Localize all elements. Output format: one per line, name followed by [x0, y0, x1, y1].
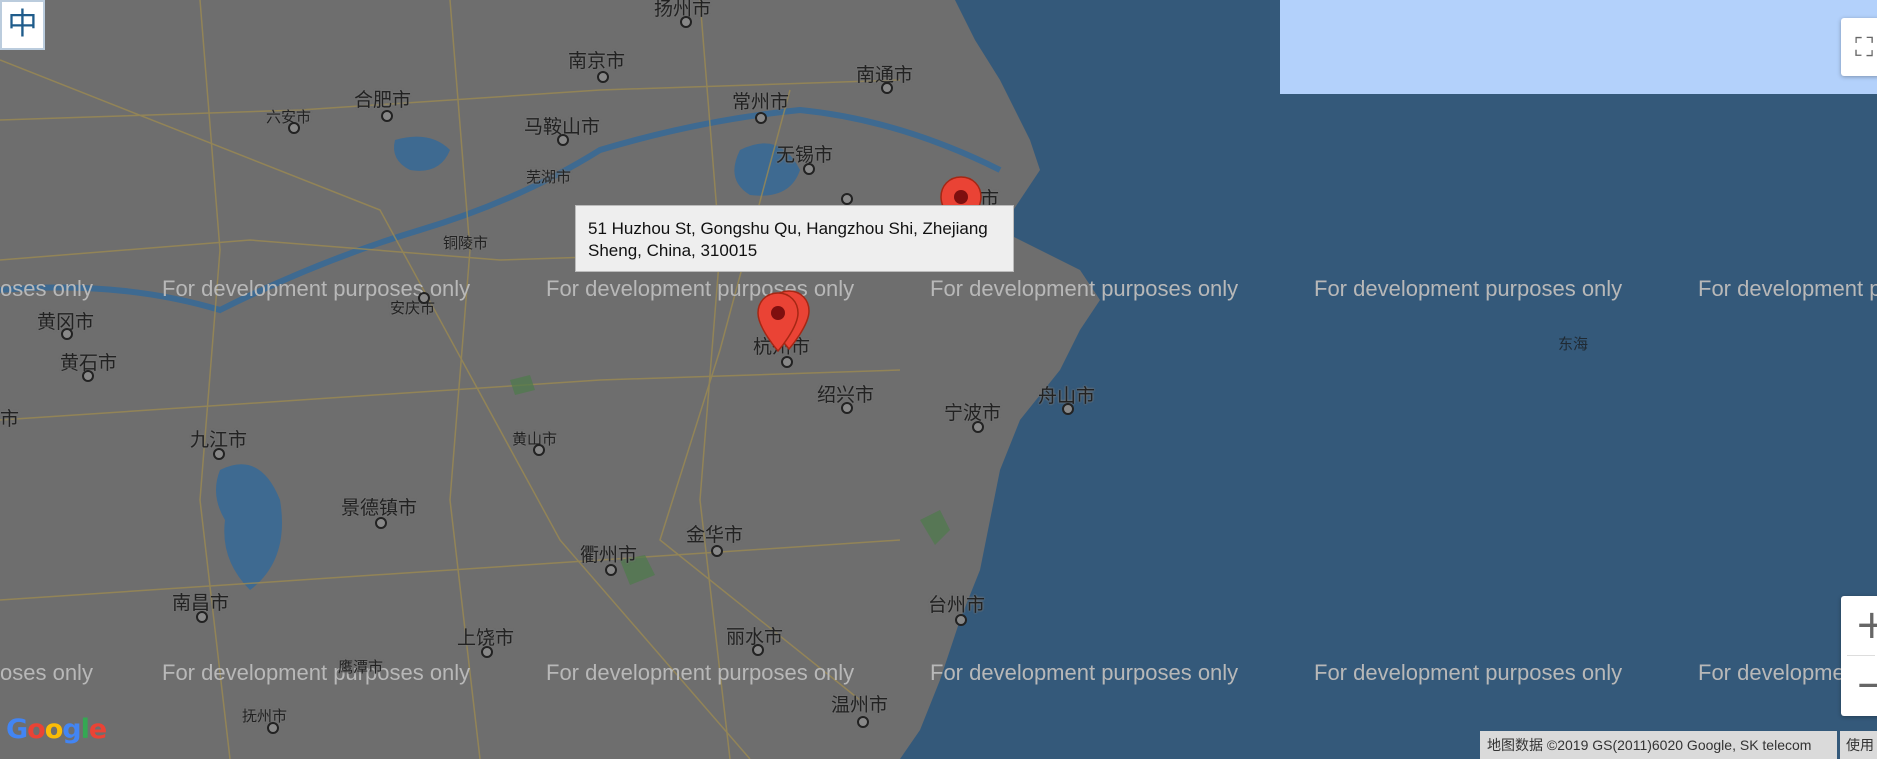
fullscreen-icon: ⛶	[1855, 32, 1874, 62]
city-label-taizhou: 台州市	[928, 594, 986, 616]
city-label-ningbo: 宁波市	[944, 402, 1002, 424]
terms-link[interactable]: 使用	[1840, 731, 1877, 759]
zoom-out-button[interactable]: −	[1841, 656, 1877, 715]
city-dot	[418, 292, 430, 304]
city-dot	[375, 517, 387, 529]
city-dot	[752, 644, 764, 656]
city-dot	[213, 448, 225, 460]
city-dot	[61, 328, 73, 340]
city-label-wenzhou: 温州市	[831, 694, 889, 716]
city-dot	[82, 370, 94, 382]
city-dot	[841, 193, 853, 205]
watermark: For developme	[1698, 660, 1845, 685]
city-dot	[972, 421, 984, 433]
city-label-tongling: 铜陵市	[443, 234, 489, 252]
city-dot	[755, 112, 767, 124]
city-dot	[481, 646, 493, 658]
map-attribution: 地图数据 ©2019 GS(2011)6020 Google, SK telec…	[1480, 731, 1837, 759]
city-dot	[1062, 403, 1074, 415]
city-dot	[781, 356, 793, 368]
city-dot	[533, 444, 545, 456]
address-info-window: 51 Huzhou St, Gongshu Qu, Hangzhou Shi, …	[575, 205, 1014, 272]
city-label-changzhou: 常州市	[732, 91, 790, 113]
zoom-control: + −	[1841, 596, 1877, 716]
city-dot	[597, 71, 609, 83]
watermark: For development p	[1698, 276, 1877, 301]
city-label-hefei: 合肥市	[354, 89, 412, 111]
city-label-wuxi: 无锡市	[776, 144, 834, 166]
city-label-nanjing: 南京市	[568, 50, 626, 72]
city-dot	[711, 545, 723, 557]
city-label-quzhou: 衢州市	[580, 544, 638, 566]
city-dot	[881, 82, 893, 94]
watermark: For development purposes only	[1314, 276, 1623, 301]
city-dot	[196, 611, 208, 623]
city-label-wuhu: 芜湖市	[526, 168, 572, 186]
city-dot	[557, 134, 569, 146]
watermark: For development purposes only	[162, 660, 471, 685]
city-dot	[267, 722, 279, 734]
language-toggle-button[interactable]: 中	[0, 0, 45, 50]
address-line-1: 51 Huzhou St, Gongshu Qu, Hangzhou Shi, …	[588, 219, 988, 238]
city-dot	[955, 614, 967, 626]
address-line-2: Sheng, China, 310015	[588, 241, 758, 260]
map-marker-icon[interactable]	[756, 291, 800, 353]
city-dot	[605, 564, 617, 576]
city-label-jinhua: 金华市	[686, 524, 744, 546]
city-label-yingtan: 鹰潭市	[338, 658, 384, 676]
city-dot	[857, 716, 869, 728]
city-dot	[803, 163, 815, 175]
city-dot	[680, 16, 692, 28]
watermark: For development purposes only	[1314, 660, 1623, 685]
watermark: oses only	[0, 660, 93, 685]
highlight-overlay	[1280, 0, 1877, 94]
zoom-in-button[interactable]: +	[1841, 596, 1877, 655]
city-dot	[288, 122, 300, 134]
watermark: oses only	[0, 276, 93, 301]
sea-label-east-china-sea: 东海	[1558, 335, 1589, 353]
city-label-left-partial: 市	[0, 408, 20, 430]
city-dot	[381, 110, 393, 122]
city-dot	[841, 402, 853, 414]
map-canvas[interactable]: oses only For development purposes only …	[0, 0, 1877, 759]
google-logo[interactable]: Google	[6, 714, 107, 745]
city-label-fuzhou: 抚州市	[242, 707, 288, 725]
watermark: For development purposes only	[546, 660, 855, 685]
watermark: For development purposes only	[930, 276, 1239, 301]
city-label-jingdezhen: 景德镇市	[341, 497, 418, 519]
watermark: For development purposes only	[930, 660, 1239, 685]
fullscreen-button[interactable]: ⛶	[1841, 18, 1877, 76]
